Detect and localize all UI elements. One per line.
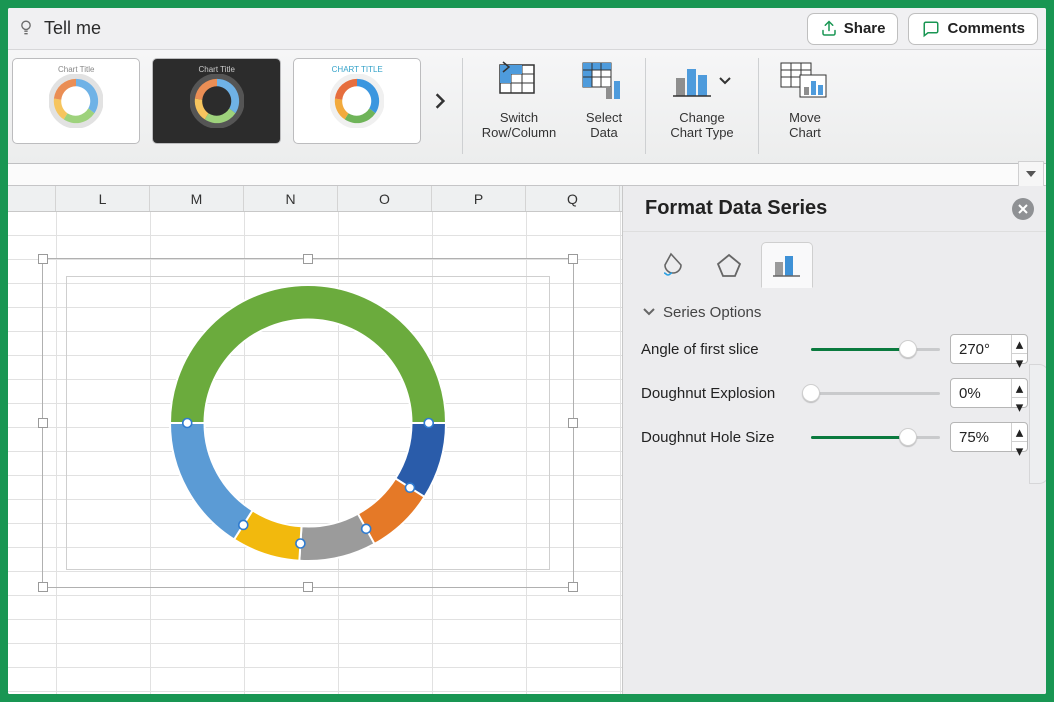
series-selection-dot[interactable] xyxy=(183,419,192,428)
sidebar-tab-handle[interactable] xyxy=(1029,364,1046,484)
move-chart-icon xyxy=(780,60,830,102)
spreadsheet-grid[interactable]: LMNOPQ xyxy=(8,186,622,694)
resize-handle[interactable] xyxy=(303,582,313,592)
column-header[interactable]: L xyxy=(56,186,150,211)
angle-input[interactable]: 270° ▴▾ xyxy=(950,334,1028,364)
doughnut-chart[interactable] xyxy=(162,277,454,569)
close-button[interactable] xyxy=(1012,198,1034,220)
format-pane: Format Data Series xyxy=(622,186,1046,694)
angle-slider[interactable] xyxy=(811,339,940,359)
ribbon-divider xyxy=(645,58,646,154)
step-down[interactable]: ▾ xyxy=(1012,353,1027,372)
chart-styles-gallery[interactable]: Chart Title Chart Title xyxy=(12,58,452,144)
hole-slider[interactable] xyxy=(811,427,940,447)
select-data-icon xyxy=(582,60,626,102)
resize-handle[interactable] xyxy=(38,582,48,592)
tab-series-options[interactable] xyxy=(761,242,813,288)
explosion-slider[interactable] xyxy=(811,383,940,403)
chart-type-icon xyxy=(673,60,731,102)
ribbon-collapse-button[interactable] xyxy=(1018,161,1044,187)
resize-handle[interactable] xyxy=(568,582,578,592)
step-up[interactable]: ▴ xyxy=(1012,379,1027,397)
column-header[interactable]: Q xyxy=(526,186,620,211)
donut-slice[interactable] xyxy=(170,285,446,423)
chart-style-thumb[interactable]: Chart Title xyxy=(152,58,280,144)
step-down[interactable]: ▾ xyxy=(1012,397,1027,416)
switch-row-column-button[interactable]: SwitchRow/Column xyxy=(469,50,569,140)
chevron-down-icon xyxy=(719,74,731,89)
switch-icon xyxy=(498,60,540,102)
share-button[interactable]: Share xyxy=(807,13,899,45)
share-label: Share xyxy=(844,20,886,37)
resize-handle[interactable] xyxy=(568,254,578,264)
series-selection-dot[interactable] xyxy=(239,520,248,529)
ribbon-divider xyxy=(758,58,759,154)
column-header[interactable]: M xyxy=(150,186,244,211)
move-chart-button[interactable]: MoveChart xyxy=(765,50,845,140)
hole-input[interactable]: 75% ▴▾ xyxy=(950,422,1028,452)
step-up[interactable]: ▴ xyxy=(1012,335,1027,353)
column-header[interactable]: N xyxy=(244,186,338,211)
change-chart-type-button[interactable]: ChangeChart Type xyxy=(652,50,752,140)
hole-label: Doughnut Hole Size xyxy=(641,429,811,446)
chart-object[interactable] xyxy=(42,258,574,588)
format-pane-title: Format Data Series xyxy=(645,197,827,220)
resize-handle[interactable] xyxy=(38,418,48,428)
chevron-down-icon xyxy=(643,304,655,321)
column-header[interactable]: O xyxy=(338,186,432,211)
explosion-label: Doughnut Explosion xyxy=(641,385,811,402)
resize-handle[interactable] xyxy=(568,418,578,428)
tell-me-search[interactable]: Tell me xyxy=(44,18,101,39)
comments-button[interactable]: Comments xyxy=(908,13,1038,45)
series-selection-dot[interactable] xyxy=(362,524,371,533)
series-selection-dot[interactable] xyxy=(296,539,305,548)
tab-effects[interactable] xyxy=(703,242,755,288)
series-options-section[interactable]: Series Options xyxy=(643,304,1028,321)
series-selection-dot[interactable] xyxy=(405,483,414,492)
chart-style-thumb[interactable]: Chart Title xyxy=(12,58,140,144)
step-down[interactable]: ▾ xyxy=(1012,441,1027,460)
angle-label: Angle of first slice xyxy=(641,341,811,358)
chart-style-thumb[interactable]: CHART TITLE xyxy=(293,58,421,144)
select-data-button[interactable]: SelectData xyxy=(569,50,639,140)
resize-handle[interactable] xyxy=(303,254,313,264)
step-up[interactable]: ▴ xyxy=(1012,423,1027,441)
explosion-input[interactable]: 0% ▴▾ xyxy=(950,378,1028,408)
series-selection-dot[interactable] xyxy=(424,419,433,428)
comments-label: Comments xyxy=(947,20,1025,37)
tab-fill-line[interactable] xyxy=(645,242,697,288)
bulb-icon xyxy=(16,17,36,40)
column-header[interactable]: P xyxy=(432,186,526,211)
ribbon-divider xyxy=(462,58,463,154)
gallery-next-button[interactable] xyxy=(427,58,452,144)
resize-handle[interactable] xyxy=(38,254,48,264)
